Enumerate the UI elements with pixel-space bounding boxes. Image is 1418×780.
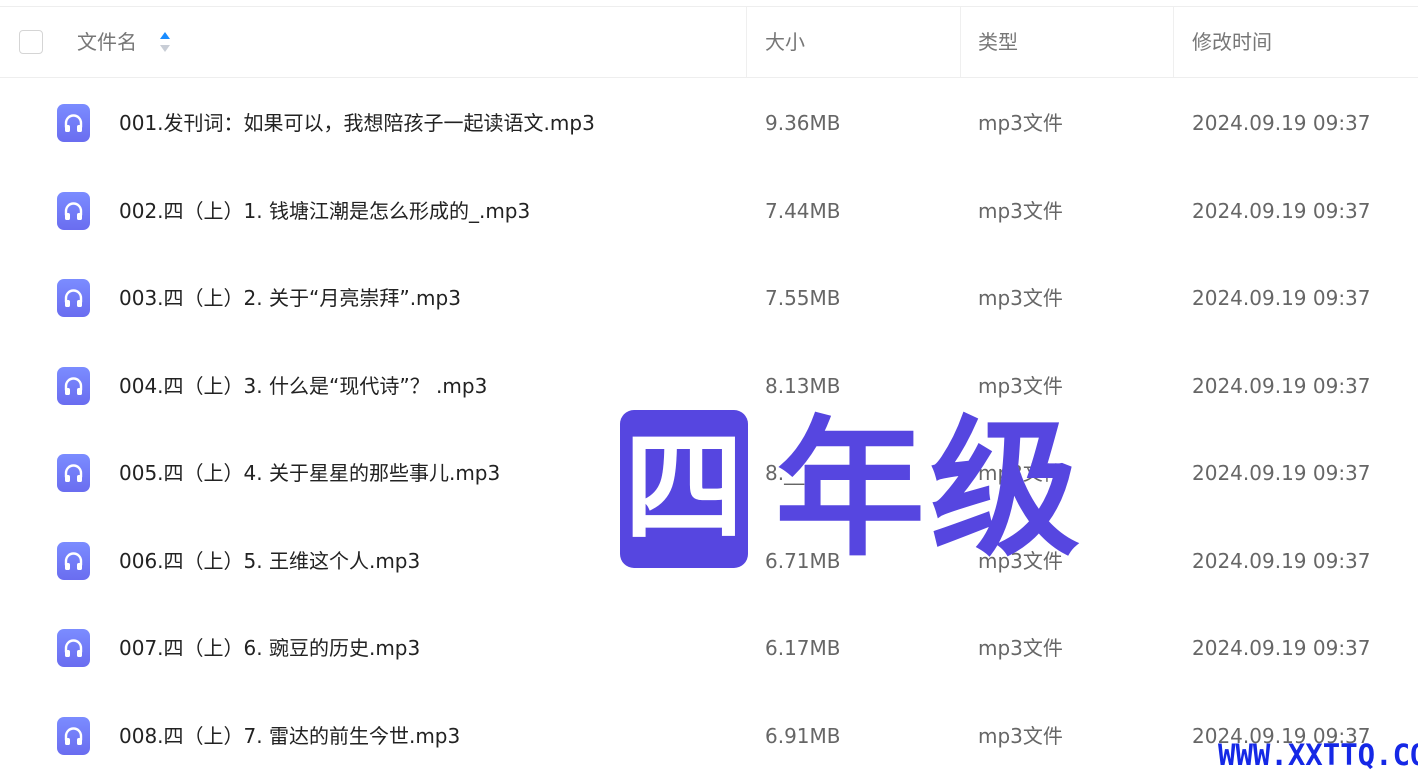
file-size: 6.91MB (765, 723, 841, 748)
file-size: 7.44MB (765, 198, 841, 223)
watermark-char: 年 (775, 403, 926, 577)
file-modified-time: 2024.09.19 09:37 (1192, 198, 1371, 223)
column-divider (1173, 7, 1174, 77)
file-type: mp3文件 (978, 636, 1063, 660)
file-name[interactable]: 005.四（上）4. 关于星星的那些事儿.mp3 (119, 430, 500, 517)
headphones-icon (57, 541, 90, 580)
file-modified-time: 2024.09.19 09:37 (1192, 636, 1371, 660)
headphones-icon (57, 279, 90, 317)
column-header-name[interactable]: 文件名 (77, 7, 137, 77)
file-row[interactable]: 008.四（上）7. 雷达的前生今世.mp3 6.91MB mp3文件 2024.09… (0, 693, 1418, 780)
column-header-modified[interactable]: 修改时间 (1192, 7, 1272, 77)
watermark-overlay: 四 年 级 (620, 405, 1080, 575)
file-list-header: 文件名 大小 类型 修改时间 (0, 6, 1418, 78)
column-divider (746, 7, 747, 77)
file-name[interactable]: 004.四（上）3. 什么是“现代诗”？ .mp3 (119, 343, 487, 430)
file-type: mp3文件 (978, 286, 1063, 310)
column-header-type[interactable]: 类型 (978, 7, 1018, 77)
headphones-icon (57, 366, 90, 405)
file-name[interactable]: 002.四（上）1. 钱塘江潮是怎么形成的_.mp3 (119, 168, 530, 255)
file-modified-time: 2024.09.19 09:37 (1192, 548, 1371, 573)
file-modified-time: 2024.09.19 09:37 (1192, 373, 1371, 398)
site-watermark: WWW.XXTTQ.COM (1218, 738, 1418, 772)
file-row[interactable]: 001.发刊词：如果可以，我想陪孩子一起读语文.mp3 9.36MB mp3文件 20… (0, 80, 1418, 167)
headphones-icon (57, 716, 90, 755)
file-type: mp3文件 (978, 723, 1063, 748)
file-name[interactable]: 007.四（上）6. 豌豆的历史.mp3 (119, 605, 420, 692)
file-size: 7.55MB (765, 286, 841, 310)
file-modified-time: 2024.09.19 09:37 (1192, 461, 1371, 485)
file-name[interactable]: 001.发刊词：如果可以，我想陪孩子一起读语文.mp3 (119, 80, 595, 167)
column-header-size[interactable]: 大小 (765, 7, 805, 77)
watermark-char: 四 (624, 419, 744, 558)
file-modified-time: 2024.09.19 09:37 (1192, 111, 1371, 135)
sort-icon[interactable] (158, 31, 172, 53)
select-all-checkbox[interactable] (19, 30, 43, 54)
headphones-icon (57, 191, 90, 230)
file-name[interactable]: 006.四（上）5. 王维这个人.mp3 (119, 518, 420, 605)
file-size: 6.17MB (765, 636, 841, 660)
file-row[interactable]: 007.四（上）6. 豌豆的历史.mp3 6.17MB mp3文件 2024.09.1… (0, 605, 1418, 692)
file-type: mp3文件 (978, 198, 1063, 223)
file-name[interactable]: 008.四（上）7. 雷达的前生今世.mp3 (119, 693, 460, 780)
watermark-box: 四 (620, 410, 748, 568)
file-row[interactable]: 002.四（上）1. 钱塘江潮是怎么形成的_.mp3 7.44MB mp3文件 202… (0, 168, 1418, 255)
file-row[interactable]: 003.四（上）2. 关于“月亮崇拜”.mp3 7.55MB mp3文件 2024.0… (0, 255, 1418, 342)
headphones-icon (57, 454, 90, 492)
headphones-icon (57, 629, 90, 667)
column-divider (960, 7, 961, 77)
file-size: 9.36MB (765, 111, 841, 135)
watermark-char: 级 (930, 403, 1081, 577)
headphones-icon (57, 104, 90, 142)
file-name[interactable]: 003.四（上）2. 关于“月亮崇拜”.mp3 (119, 255, 461, 342)
file-modified-time: 2024.09.19 09:37 (1192, 286, 1371, 310)
file-type: mp3文件 (978, 111, 1063, 135)
